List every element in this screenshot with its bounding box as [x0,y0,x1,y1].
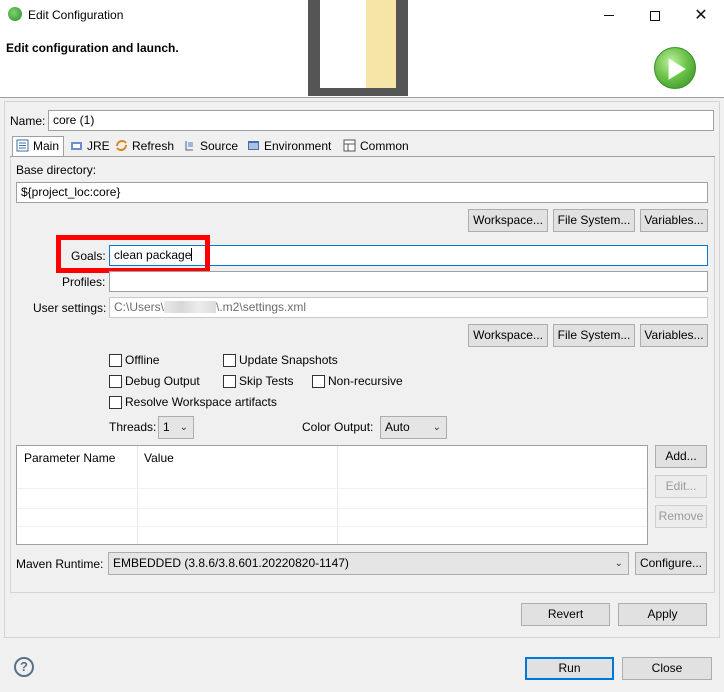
maven-runtime-value: EMBEDDED (3.8.6/3.8.601.20220820-1147) [113,556,349,570]
tab-main[interactable]: Main [12,136,64,157]
configure-runtime-button[interactable]: Configure... [635,552,707,575]
settings-file-system-button[interactable]: File System... [553,324,635,347]
common-icon [343,139,356,152]
offline-label: Offline [125,353,160,367]
threads-label: Threads: [109,420,157,434]
background-window-thumbnail [308,0,408,96]
goals-highlight-box [56,235,210,273]
base-variables-button[interactable]: Variables... [640,209,708,232]
chevron-down-icon: ⌄ [432,422,441,433]
close-button[interactable]: Close [622,657,712,680]
tab-refresh-label: Refresh [132,139,175,153]
base-workspace-button[interactable]: Workspace... [468,209,548,232]
tab-environment-label: Environment [264,139,332,153]
tab-common-label: Common [360,139,409,153]
help-icon[interactable]: ? [14,657,34,677]
table-row-divider [17,488,647,489]
close-icon: ✕ [694,7,708,24]
profiles-input[interactable] [109,271,708,292]
maximize-icon [650,10,660,21]
eclipse-app-icon [8,7,22,21]
chevron-down-icon: ⌄ [614,558,623,569]
user-settings-label: User settings: [33,301,107,315]
debug-output-label: Debug Output [125,374,200,388]
skip-tests-label: Skip Tests [239,374,294,388]
name-label: Name: [10,114,46,128]
maximize-button[interactable] [632,0,678,31]
user-settings-prefix: C:\Users\ [114,300,165,314]
base-file-system-button[interactable]: File System... [553,209,635,232]
threads-value: 1 [163,420,170,434]
settings-variables-button[interactable]: Variables... [640,324,708,347]
tab-source-label: Source [200,139,239,153]
revert-button[interactable]: Revert [521,603,610,626]
offline-checkbox[interactable] [109,354,122,367]
jre-icon [71,142,82,150]
base-directory-input[interactable]: ${project_loc:core} [16,182,708,203]
main-tab-icon [16,139,29,152]
close-window-button[interactable]: ✕ [678,0,724,31]
minimize-icon [604,15,614,17]
resolve-workspace-checkbox[interactable] [109,396,122,409]
banner-title: Edit configuration and launch. [6,41,179,55]
tab-jre[interactable]: JRE [67,137,110,157]
profiles-label: Profiles: [62,275,106,289]
tab-environment[interactable]: Environment [244,137,331,157]
column-divider [337,446,338,544]
tab-common[interactable]: Common [340,137,409,157]
run-icon [654,47,696,89]
table-row-divider [17,508,647,509]
non-recursive-label: Non-recursive [328,374,403,388]
threads-select[interactable]: 1 ⌄ [158,416,194,439]
debug-output-checkbox[interactable] [109,375,122,388]
user-settings-suffix: \.m2\settings.xml [216,300,307,314]
maven-runtime-label: Maven Runtime: [16,557,104,571]
run-button[interactable]: Run [525,657,614,680]
minimize-button[interactable] [586,0,632,31]
table-row-divider [17,526,647,527]
skip-tests-checkbox[interactable] [223,375,236,388]
refresh-icon [116,140,127,151]
settings-workspace-button[interactable]: Workspace... [468,324,548,347]
base-directory-label: Base directory: [16,163,97,177]
update-snapshots-label: Update Snapshots [239,353,338,367]
tab-jre-label: JRE [87,139,110,153]
update-snapshots-checkbox[interactable] [223,354,236,367]
source-icon [185,141,193,151]
apply-button[interactable]: Apply [618,603,707,626]
tab-refresh[interactable]: Refresh [112,137,174,157]
column-header-value[interactable]: Value [144,451,174,465]
window-title: Edit Configuration [28,8,124,22]
parameter-table[interactable]: Parameter Name Value [16,445,648,545]
column-divider [137,446,138,544]
remove-parameter-button[interactable]: Remove [655,505,707,528]
color-output-value: Auto [385,420,410,434]
user-settings-input[interactable]: C:\Users\ \.m2\settings.xml [109,297,708,318]
environment-icon [248,141,259,150]
edit-parameter-button[interactable]: Edit... [655,475,707,498]
resolve-workspace-label: Resolve Workspace artifacts [125,395,277,409]
name-input[interactable]: core (1) [48,110,714,131]
add-parameter-button[interactable]: Add... [655,445,707,468]
tab-main-label: Main [33,139,60,153]
redacted-username [164,301,217,313]
chevron-down-icon: ⌄ [179,422,188,433]
column-header-parameter-name[interactable]: Parameter Name [24,451,115,465]
non-recursive-checkbox[interactable] [312,375,325,388]
maven-runtime-select[interactable]: EMBEDDED (3.8.6/3.8.601.20220820-1147) ⌄ [108,552,629,575]
color-output-select[interactable]: Auto ⌄ [380,416,447,439]
tab-source[interactable]: Source [180,137,238,157]
color-output-label: Color Output: [302,420,374,434]
